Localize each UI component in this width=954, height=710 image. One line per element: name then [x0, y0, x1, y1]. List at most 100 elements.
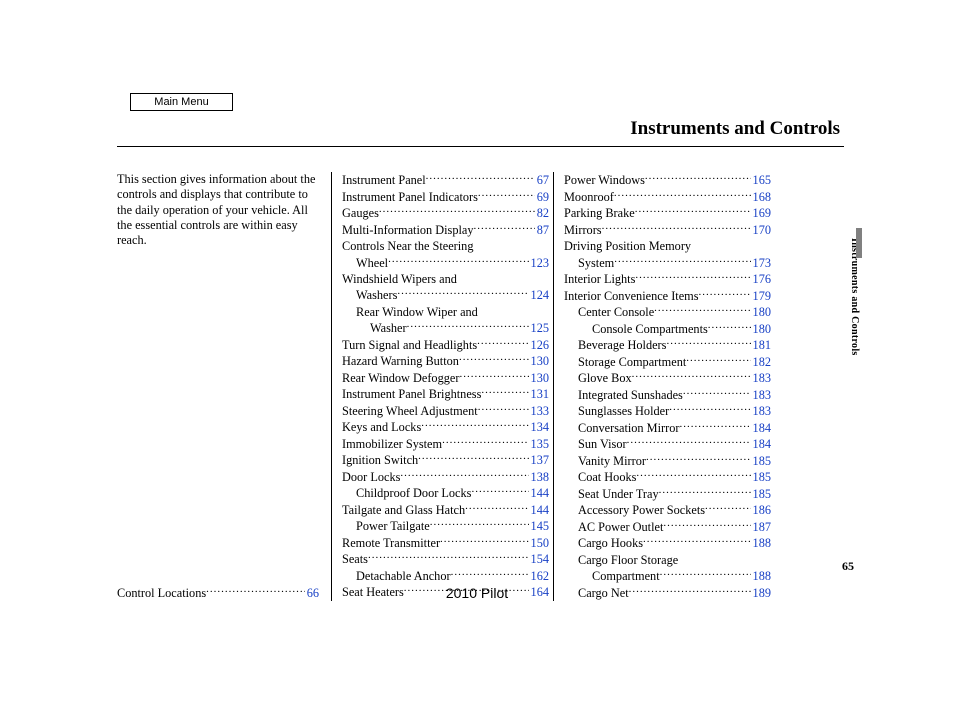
toc-label: Vanity Mirror [564, 453, 646, 469]
toc-page-link[interactable]: 124 [529, 287, 549, 303]
toc-label: Cargo Floor Storage [564, 553, 678, 567]
toc-page-link[interactable]: 145 [529, 518, 549, 534]
toc-leader-dots [421, 419, 528, 431]
toc-entry: Power Tailgate 145 [342, 518, 549, 535]
toc-leader-dots [686, 353, 750, 365]
toc-leader-dots [481, 386, 528, 398]
toc-entry: Integrated Sunshades 183 [564, 386, 771, 403]
toc-label: Parking Brake [564, 205, 635, 221]
toc-leader-dots [627, 436, 751, 448]
toc-page-link[interactable]: 183 [751, 370, 771, 386]
toc-page-link[interactable]: 150 [529, 535, 549, 551]
toc-label: Gauges [342, 205, 379, 221]
page-content: Instruments and Controls This section gi… [117, 90, 844, 601]
toc-entry: Immobilizer System135 [342, 435, 549, 452]
toc-page-link[interactable]: 188 [751, 568, 771, 584]
toc-entry: Seat Under Tray185 [564, 486, 771, 503]
toc-page-link[interactable]: 133 [529, 403, 549, 419]
toc-page-link[interactable]: 188 [751, 535, 771, 551]
toc-page-link[interactable]: 173 [751, 255, 771, 271]
toc-page-link[interactable]: 169 [751, 205, 771, 221]
toc-label: Sun Visor [564, 436, 627, 452]
toc-page-link[interactable]: 176 [751, 271, 771, 287]
toc-entry: Wheel123 [342, 254, 549, 271]
toc-entry: Power Windows 165 [564, 172, 771, 189]
toc-page-link[interactable]: 144 [529, 485, 549, 501]
toc-label: Storage Compartment [564, 354, 686, 370]
toc-page-link[interactable]: 130 [529, 370, 549, 386]
toc-page-link[interactable]: 144 [529, 502, 549, 518]
toc-page-link[interactable]: 154 [529, 551, 549, 567]
toc-page-link[interactable]: 137 [529, 452, 549, 468]
toc-label: Compartment [564, 568, 660, 584]
toc-page-link[interactable]: 180 [751, 304, 771, 320]
toc-label: Washers [342, 287, 397, 303]
toc-entry: Washer125 [342, 320, 549, 337]
toc-leader-dots [477, 336, 528, 348]
toc-page-link[interactable]: 135 [529, 436, 549, 452]
toc-label: Mirrors [564, 222, 602, 238]
toc-page-link[interactable]: 138 [529, 469, 549, 485]
toc-label: Power Windows [564, 172, 645, 188]
toc-page-link[interactable]: 183 [751, 387, 771, 403]
toc-page-link[interactable]: 134 [529, 419, 549, 435]
toc-label: Center Console [564, 304, 654, 320]
toc-entry: Controls Near the Steering [342, 238, 549, 254]
toc-entry: Sunglasses Holder183 [564, 403, 771, 420]
toc-label: System [564, 255, 614, 271]
toc-page-link[interactable]: 67 [535, 172, 549, 188]
toc-entry: Tailgate and Glass Hatch144 [342, 501, 549, 518]
toc-page-link[interactable]: 187 [751, 519, 771, 535]
toc-page-link[interactable]: 179 [751, 288, 771, 304]
toc-page-link[interactable]: 181 [751, 337, 771, 353]
toc-label: Rear Window Wiper and [342, 305, 478, 319]
toc-entry: Keys and Locks134 [342, 419, 549, 436]
toc-page-link[interactable]: 183 [751, 403, 771, 419]
toc-entry: Steering Wheel Adjustment133 [342, 402, 549, 419]
toc-column-1: This section gives information about the… [117, 172, 331, 601]
toc-page-link[interactable]: 125 [529, 320, 549, 336]
toc-page-link[interactable]: 186 [751, 502, 771, 518]
toc-page-link[interactable]: 165 [751, 172, 771, 188]
toc-page-link[interactable]: 170 [751, 222, 771, 238]
toc-label: Console Compartments [564, 321, 708, 337]
toc-page-link[interactable]: 180 [751, 321, 771, 337]
toc-entry: Rear Window Wiper and [342, 304, 549, 320]
toc-label: Seats [342, 551, 368, 567]
toc-label: Rear Window Defogger [342, 370, 459, 386]
toc-page-link[interactable]: 69 [535, 189, 549, 205]
toc-label: Power Tailgate [342, 518, 430, 534]
toc-columns: This section gives information about the… [117, 172, 844, 601]
section-title: Instruments and Controls [117, 118, 844, 147]
toc-entry: Turn Signal and Headlights 126 [342, 336, 549, 353]
toc-label: Turn Signal and Headlights [342, 337, 477, 353]
toc-label: Remote Transmitter [342, 535, 440, 551]
toc-leader-dots [426, 172, 535, 184]
toc-entry: Accessory Power Sockets186 [564, 502, 771, 519]
toc-page-link[interactable]: 184 [751, 420, 771, 436]
toc-leader-dots [708, 320, 751, 332]
toc-entry: Seats 154 [342, 551, 549, 568]
toc-leader-dots [635, 271, 750, 283]
toc-page-link[interactable]: 87 [535, 222, 549, 238]
toc-page-link[interactable]: 184 [751, 436, 771, 452]
toc-page-link[interactable]: 185 [751, 469, 771, 485]
toc-page-link[interactable]: 123 [529, 255, 549, 271]
toc-leader-dots [471, 485, 528, 497]
toc-leader-dots [699, 287, 751, 299]
toc-page-link[interactable]: 126 [529, 337, 549, 353]
toc-page-link[interactable]: 185 [751, 486, 771, 502]
toc-page-link[interactable]: 185 [751, 453, 771, 469]
toc-page-link[interactable]: 162 [529, 568, 549, 584]
toc-label: Glove Box [564, 370, 632, 386]
toc-label: Integrated Sunshades [564, 387, 683, 403]
toc-page-link[interactable]: 82 [535, 205, 549, 221]
toc-leader-dots [379, 205, 535, 217]
toc-page-link[interactable]: 182 [751, 354, 771, 370]
toc-page-link[interactable]: 130 [529, 353, 549, 369]
toc-page-link[interactable]: 168 [751, 189, 771, 205]
toc-page-link[interactable]: 131 [529, 386, 549, 402]
toc-leader-dots [451, 567, 529, 579]
toc-label: Door Locks [342, 469, 400, 485]
toc-leader-dots [388, 254, 528, 266]
